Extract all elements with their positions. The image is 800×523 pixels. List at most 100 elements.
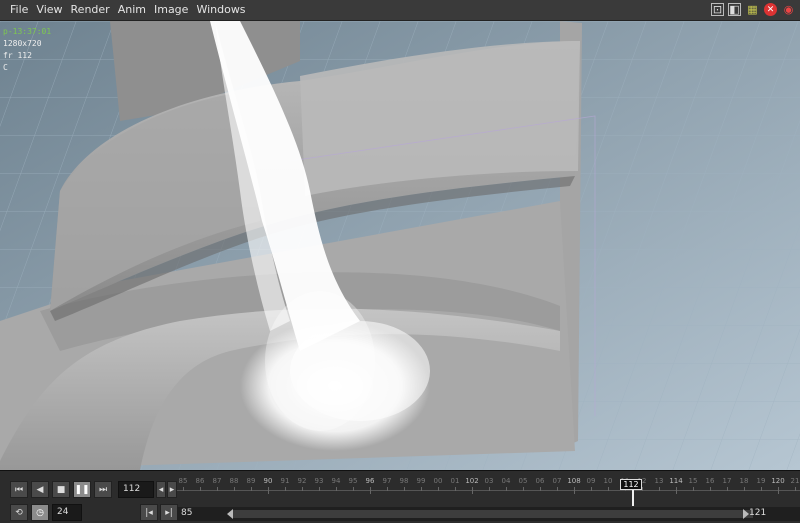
loop-mode-button[interactable]: ⟲ [10, 504, 28, 521]
tick-label: 91 [280, 477, 290, 485]
skip-end-icon: ▸| [165, 507, 173, 518]
tick-label: 89 [246, 477, 256, 485]
prev-frame-button[interactable]: ◂ [156, 481, 166, 498]
tick-label: 95 [348, 477, 358, 485]
3d-viewport[interactable] [0, 21, 800, 470]
tick-mark [523, 487, 524, 491]
timecode: p-13:37:01 [3, 27, 52, 36]
tick-label: 17 [722, 477, 732, 485]
flipbook-icon[interactable]: ▦ [745, 2, 760, 17]
tick-label: 13 [654, 477, 664, 485]
tick-label: 04 [501, 477, 511, 485]
viewport-info: p-13:37:01 1280x720 fr 112 C [3, 26, 51, 74]
tick-label: 93 [314, 477, 324, 485]
range-end-value[interactable]: 121 [749, 508, 766, 518]
clock-icon: ◷ [36, 507, 44, 518]
menu-windows[interactable]: Windows [192, 3, 249, 17]
tick-mark [489, 487, 490, 491]
range-start-value[interactable]: 85 [181, 508, 192, 518]
tick-mark [795, 487, 796, 491]
jump-end-button[interactable]: ⏭ [94, 481, 112, 498]
chevron-left-icon: ◂ [158, 484, 164, 495]
menu-anim[interactable]: Anim [114, 3, 150, 17]
tick-mark [302, 487, 303, 491]
range-start-handle[interactable] [227, 509, 233, 519]
tick-mark [353, 487, 354, 491]
menu-view[interactable]: View [32, 3, 66, 17]
tick-mark [285, 487, 286, 491]
jump-start-button[interactable]: ⏮ [10, 481, 28, 498]
tick-label: 85 [178, 477, 188, 485]
range-start-button[interactable]: |◂ [140, 504, 158, 521]
tick-mark [506, 487, 507, 491]
tick-mark [608, 487, 609, 491]
fps-field[interactable]: 24 [52, 504, 82, 521]
tick-mark [591, 487, 592, 491]
tick-mark [642, 487, 643, 491]
tick-label: 21 [790, 477, 800, 485]
range-fill [233, 510, 753, 518]
frame-readout: fr 112 [3, 51, 32, 60]
tick-label: 102 [465, 477, 479, 485]
tick-mark [370, 487, 371, 494]
record-icon[interactable]: ◉ [781, 2, 796, 17]
tick-mark [540, 487, 541, 491]
range-end-button[interactable]: ▸| [160, 504, 178, 521]
menu-file[interactable]: File [6, 3, 32, 17]
tick-mark [761, 487, 762, 491]
tick-label: 90 [263, 477, 273, 485]
tick-mark [217, 487, 218, 491]
menu-icons: ⊡ ◧ ▦ ✕ ◉ [711, 2, 796, 17]
tick-mark [251, 487, 252, 491]
loop-icon: ⟲ [15, 507, 23, 518]
tick-mark [421, 487, 422, 491]
playback-range-bar[interactable]: 85 121 [177, 507, 800, 521]
tick-mark [710, 487, 711, 491]
pause-button[interactable]: ❚❚ [73, 481, 91, 498]
tick-mark [744, 487, 745, 491]
tick-label: 16 [705, 477, 715, 485]
tick-label: 09 [586, 477, 596, 485]
tick-label: 00 [433, 477, 443, 485]
skip-start-icon: |◂ [145, 507, 153, 518]
tick-mark [455, 487, 456, 491]
tick-mark [387, 487, 388, 491]
tick-label: 15 [688, 477, 698, 485]
chevron-right-icon: ▸ [169, 484, 175, 495]
tick-mark [676, 487, 677, 494]
realtime-toggle[interactable]: ◷ [31, 504, 49, 521]
tick-mark [200, 487, 201, 491]
viewport-layout-icon[interactable]: ⊡ [711, 3, 724, 16]
tick-label: 92 [297, 477, 307, 485]
tick-label: 108 [567, 477, 581, 485]
menu-render[interactable]: Render [67, 3, 114, 17]
tick-mark [319, 487, 320, 491]
tick-label: 94 [331, 477, 341, 485]
tick-label: 98 [399, 477, 409, 485]
tick-label: 19 [756, 477, 766, 485]
playhead-marker: 112 [620, 479, 642, 490]
current-frame-field[interactable]: 112 [118, 481, 154, 498]
split-view-icon[interactable]: ◧ [728, 3, 741, 16]
tick-mark [183, 487, 184, 491]
frame-ruler[interactable]: 85 86 87 88 89 90 91 92 93 94 95 96 97 98 99 00 01 102 03 0… [177, 474, 800, 506]
tick-mark [574, 487, 575, 494]
stop-icon: ■ [56, 484, 66, 495]
tick-mark [234, 487, 235, 491]
tick-label: 120 [771, 477, 785, 485]
tick-label: 97 [382, 477, 392, 485]
close-icon[interactable]: ✕ [764, 3, 777, 16]
next-frame-button[interactable]: ▸ [167, 481, 177, 498]
menu-image[interactable]: Image [150, 3, 192, 17]
tick-mark [472, 487, 473, 494]
pause-icon: ❚❚ [74, 484, 90, 495]
scene-render [0, 21, 800, 470]
step-back-button[interactable]: ◀ [31, 481, 49, 498]
tick-mark [693, 487, 694, 491]
tick-label: 18 [739, 477, 749, 485]
tick-mark [336, 487, 337, 491]
channel: C [3, 63, 8, 72]
stop-button[interactable]: ■ [52, 481, 70, 498]
tick-label: 87 [212, 477, 222, 485]
tick-label: 114 [669, 477, 683, 485]
